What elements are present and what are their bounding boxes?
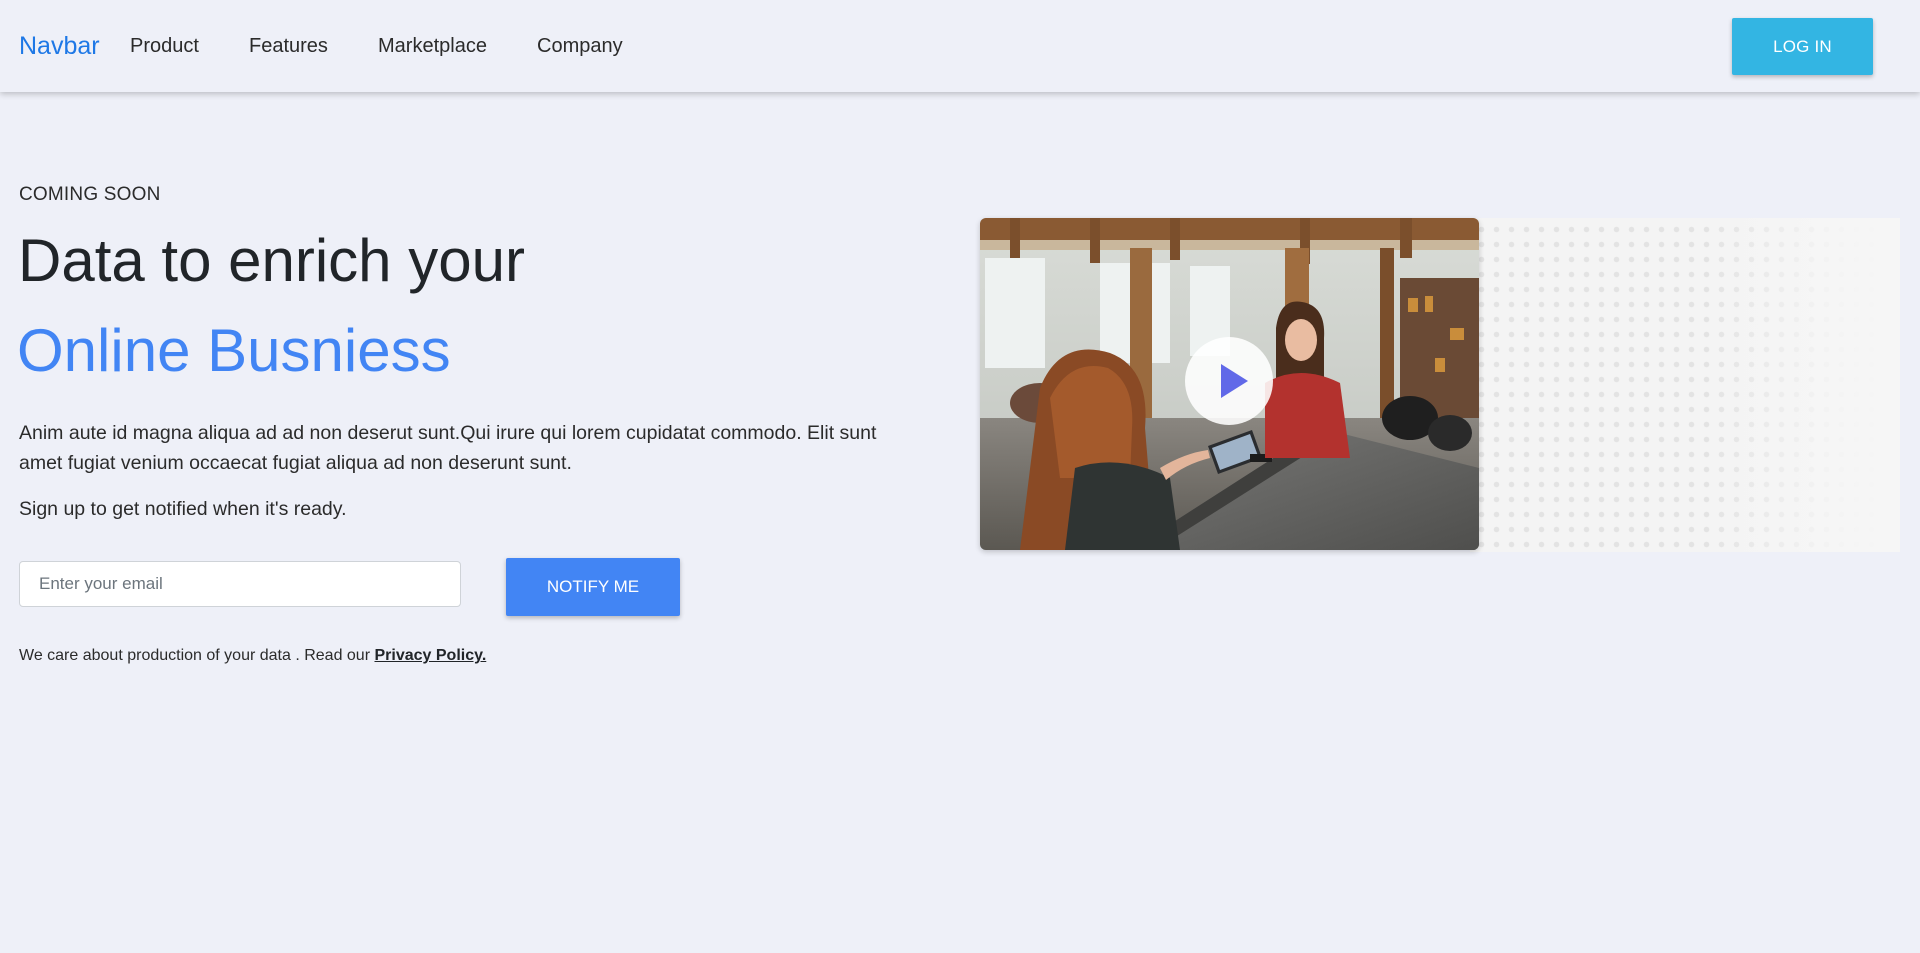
navbar: Navbar Product Features Marketplace Comp… <box>0 0 1920 92</box>
privacy-notice: We care about production of your data . … <box>19 646 486 666</box>
dot-pattern-fade <box>1470 218 1900 552</box>
login-button[interactable]: LOG IN <box>1732 18 1873 75</box>
navbar-brand[interactable]: Navbar <box>19 31 100 61</box>
privacy-policy-link[interactable]: Privacy Policy. <box>374 647 486 664</box>
headline-line1: Data to enrich your <box>18 227 525 294</box>
play-icon <box>1221 364 1248 398</box>
notify-me-button[interactable]: NOTIFY ME <box>506 558 680 616</box>
coming-soon-label: COMING SOON <box>19 184 161 205</box>
nav-link-product[interactable]: Product <box>130 33 199 59</box>
headline-line2: Online Busniess <box>17 317 451 384</box>
privacy-notice-text: We care about production of your data . … <box>19 647 375 664</box>
nav-link-features[interactable]: Features <box>249 33 328 59</box>
nav-link-company[interactable]: Company <box>537 33 623 59</box>
nav-link-marketplace[interactable]: Marketplace <box>378 33 487 59</box>
play-button[interactable] <box>1185 337 1273 425</box>
signup-note: Sign up to get notified when it's ready. <box>19 498 347 520</box>
email-input[interactable] <box>19 561 461 607</box>
hero-description: Anim aute id magna aliqua ad ad non dese… <box>19 422 877 474</box>
